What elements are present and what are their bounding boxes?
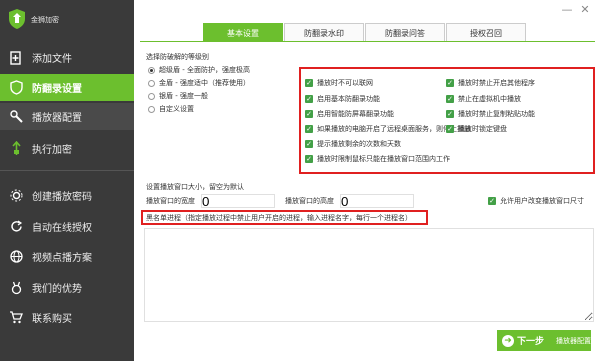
checkbox-label: 禁止在虚拟机中播放 [458, 95, 521, 103]
checkbox-block-other-programs[interactable]: ✓ 播放时禁止开启其他程序 [446, 78, 535, 88]
height-input[interactable] [340, 194, 414, 208]
checkbox-label: 启用智能防屏幕翻录功能 [317, 110, 394, 118]
checkbox-label: 允许用户改变播放窗口尺寸 [500, 197, 584, 205]
checkbox-check-icon: ✓ [446, 95, 454, 103]
sidebar-item-label: 联系购买 [32, 314, 72, 325]
sidebar-item-label: 播放器配置 [32, 113, 82, 124]
sidebar-item-anti-record[interactable]: 防翻录设置 [0, 74, 134, 101]
sidebar-item-label: 视频点播方案 [32, 253, 92, 264]
sidebar-item-label: 自动在线授权 [32, 223, 92, 234]
tab-bar: 基本设置 防翻录水印 防翻录问答 授权召回 [203, 23, 527, 42]
sidebar-item-label: 执行加密 [32, 145, 72, 156]
shield-icon [8, 80, 24, 96]
checkbox-label: 播放时锁定键盘 [458, 125, 507, 133]
level-heading: 选择防破解的等级别 [146, 53, 209, 61]
tab-basic-settings[interactable]: 基本设置 [203, 23, 283, 42]
tab-underline [140, 41, 595, 42]
sidebar-divider [0, 170, 134, 171]
level-option-gold[interactable]: 金盾 - 强度适中（推荐使用） [148, 78, 250, 88]
sidebar-item-label: 创建播放密码 [32, 192, 92, 203]
next-label: ➜ 下一步 [502, 334, 544, 347]
level-option-label: 金盾 - 强度适中（推荐使用） [159, 79, 250, 87]
sidebar-item-encrypt[interactable]: 执行加密 [0, 135, 134, 162]
sidebar-item-create-password[interactable]: 创建播放密码 [0, 182, 134, 209]
checkbox-label: 播放时不可以联网 [317, 79, 373, 87]
checkbox-label: 提示播放剩余的次数和天数 [317, 140, 401, 148]
wrench-icon [8, 109, 24, 125]
radio-dot [148, 92, 155, 100]
window-size-heading: 设置播放窗口大小，留空为默认 [146, 183, 244, 191]
globe-icon [8, 249, 24, 265]
medal-icon [8, 280, 24, 296]
checkbox-label: 播放时禁止复制粘贴功能 [458, 110, 535, 118]
checkbox-no-vm[interactable]: ✓ 禁止在虚拟机中播放 [446, 94, 521, 104]
blacklist-textarea[interactable] [144, 228, 594, 322]
level-option-label: 自定义设置 [159, 105, 194, 113]
width-label: 播放窗口的宽度 [146, 197, 195, 205]
next-button[interactable]: ➜ 下一步 播放器配置 [497, 330, 591, 351]
radio-dot [148, 66, 155, 74]
arrow-right-icon: ➜ [502, 334, 514, 347]
sidebar-item-add-file[interactable]: 添加文件 [0, 44, 134, 71]
blacklist-label: 黑名单进程（指定播放过程中禁止用户开启的进程，输入进程名字，每行一个进程名） [146, 214, 412, 222]
encrypt-icon [8, 141, 24, 157]
width-input[interactable] [201, 194, 275, 208]
refresh-icon [8, 219, 24, 235]
radio-dot [148, 105, 155, 113]
sidebar-item-label: 防翻录设置 [32, 84, 82, 95]
level-option-custom[interactable]: 自定义设置 [148, 104, 194, 114]
tab-qa[interactable]: 防翻录问答 [365, 23, 445, 42]
level-option-super[interactable]: 超级盾 - 全面防护，强度极高 [148, 65, 250, 75]
app-title: 金狮加密 [31, 16, 59, 24]
file-add-icon [8, 50, 24, 66]
checkbox-check-icon: ✓ [305, 140, 313, 148]
close-icon[interactable]: ✕ [578, 2, 592, 16]
checkbox-check-icon: ✓ [305, 155, 313, 163]
radio-dot [148, 79, 155, 87]
checkbox-label: 播放时禁止开启其他程序 [458, 79, 535, 87]
checkbox-check-icon: ✓ [446, 125, 454, 133]
next-button-label: 下一步 [517, 337, 545, 347]
tab-watermark[interactable]: 防翻录水印 [284, 23, 364, 42]
checkbox-check-icon: ✓ [305, 110, 313, 118]
sidebar-item-label: 添加文件 [32, 54, 72, 65]
checkbox-check-icon: ✓ [446, 110, 454, 118]
checkbox-mouse-restrict[interactable]: ✓ 播放时限制鼠标只能在播放窗口范围内工作 [305, 154, 450, 164]
checkbox-check-icon: ✓ [305, 125, 313, 133]
checkbox-label: 启用基本防翻录功能 [317, 95, 380, 103]
checkbox-no-copy-paste[interactable]: ✓ 播放时禁止复制粘贴功能 [446, 109, 535, 119]
tab-auth-recall[interactable]: 授权召回 [446, 23, 526, 42]
height-label: 播放窗口的高度 [285, 197, 334, 205]
sidebar-item-contact[interactable]: 联系购买 [0, 304, 134, 331]
sidebar: 金狮加密 添加文件 防翻录设置 播放器配置 执行加密 创建播放密码 自动在线授权… [0, 0, 134, 361]
checkbox-no-network[interactable]: ✓ 播放时不可以联网 [305, 78, 373, 88]
sidebar-item-player-config[interactable]: 播放器配置 [0, 103, 134, 130]
sidebar-item-advantages[interactable]: 我们的优势 [0, 274, 134, 301]
gear-icon [8, 188, 24, 204]
level-option-silver[interactable]: 银盾 - 强度一般 [148, 91, 208, 101]
level-option-label: 银盾 - 强度一般 [159, 92, 208, 100]
checkbox-label: 播放时限制鼠标只能在播放窗口范围内工作 [317, 155, 450, 163]
checkbox-check-icon: ✓ [488, 197, 496, 205]
checkbox-smart-screen-record[interactable]: ✓ 启用智能防屏幕翻录功能 [305, 109, 394, 119]
next-button-sub: 播放器配置 [556, 336, 591, 345]
sidebar-item-vod[interactable]: 视频点播方案 [0, 243, 134, 270]
sidebar-item-online-auth[interactable]: 自动在线授权 [0, 213, 134, 240]
checkbox-check-icon: ✓ [305, 95, 313, 103]
checkbox-allow-resize[interactable]: ✓ 允许用户改变播放窗口尺寸 [488, 196, 584, 206]
checkbox-remaining-count[interactable]: ✓ 提示播放剩余的次数和天数 [305, 139, 401, 149]
checkbox-check-icon: ✓ [446, 79, 454, 87]
sidebar-item-label: 我们的优势 [32, 284, 82, 295]
checkbox-lock-keyboard[interactable]: ✓ 播放时锁定键盘 [446, 124, 507, 134]
app-logo-icon [9, 9, 25, 29]
minimize-icon[interactable]: — [560, 2, 574, 16]
brand: 金狮加密 [0, 0, 134, 38]
checkbox-basic-anti-record[interactable]: ✓ 启用基本防翻录功能 [305, 94, 380, 104]
level-option-label: 超级盾 - 全面防护，强度极高 [159, 66, 250, 74]
cart-icon [8, 310, 24, 326]
checkbox-check-icon: ✓ [305, 79, 313, 87]
